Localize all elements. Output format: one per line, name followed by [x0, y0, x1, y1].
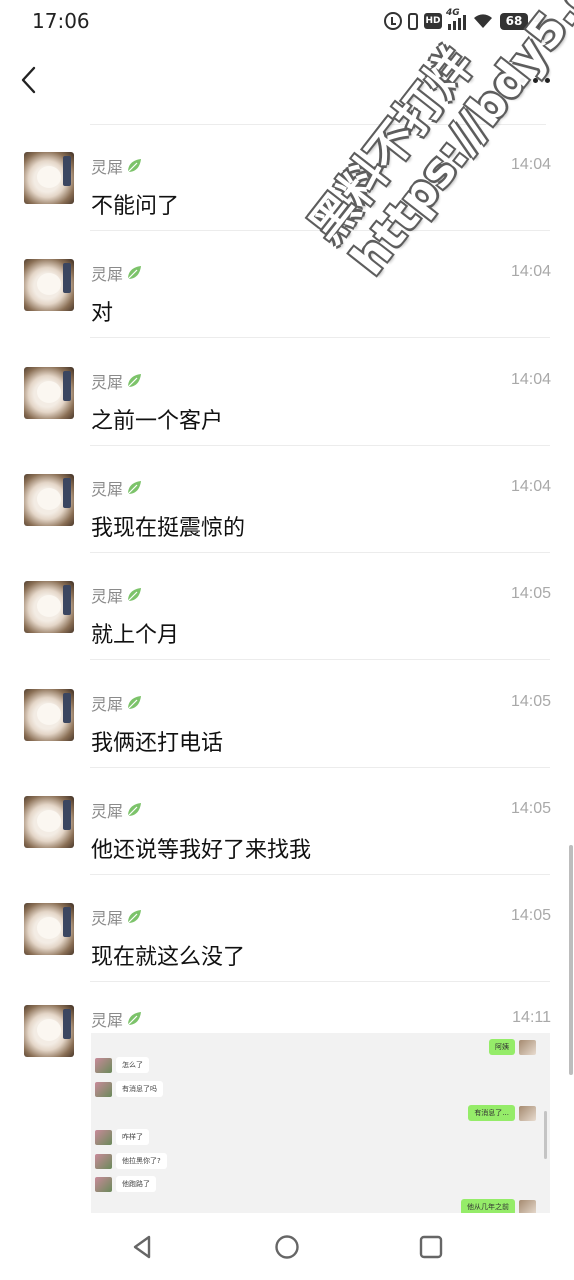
message-time: 14:04 [510, 263, 551, 281]
message-time: 14:04 [510, 477, 551, 495]
message-text[interactable]: 对 [91, 295, 113, 327]
message-item[interactable]: 灵犀 14:04 我现在挺震惊的 [0, 446, 574, 553]
back-button[interactable] [14, 62, 44, 98]
hd-icon: HD [424, 13, 442, 29]
preview-scrollbar [544, 1111, 547, 1159]
scrollbar[interactable] [569, 845, 573, 1075]
avatar[interactable] [24, 152, 74, 204]
leaf-icon [127, 266, 142, 280]
message-time: 14:04 [510, 156, 551, 173]
message-item[interactable]: 灵犀 14:05 现在就这么没了 [0, 875, 574, 983]
vibrate-icon [408, 12, 418, 30]
message-item[interactable]: 灵犀 14:05 就上个月 [0, 553, 574, 661]
message-time: 14:05 [510, 692, 551, 710]
sender-name: 灵犀 [91, 476, 143, 500]
message-time: 14:04 [510, 370, 551, 388]
message-time: 14:05 [510, 907, 551, 925]
message-text[interactable]: 就上个月 [91, 617, 179, 649]
avatar[interactable] [24, 581, 74, 634]
message-item[interactable]: 灵犀 14:05 他还说等我好了来找我 [0, 768, 574, 875]
navigation-bar [0, 1214, 574, 1280]
leaf-icon [127, 480, 142, 495]
chat-screenshot-image[interactable]: 阿姨 怎么了 有消息了吗 有消息了... 咋样了 他拉黑你了? 他跑路了 他从几… [91, 1033, 550, 1213]
preview-row: 怎么了 [95, 1057, 153, 1073]
message-text[interactable]: 现在就这么没了 [91, 939, 245, 971]
status-time: 17:06 [32, 9, 90, 33]
message-text[interactable]: 之前一个客户 [91, 403, 223, 435]
avatar[interactable] [24, 903, 74, 956]
preview-row: 有消息了... [464, 1105, 536, 1121]
sender-name: 灵犀 [91, 905, 143, 929]
sender-name: 灵犀 [91, 154, 143, 178]
message-text[interactable]: 他还说等我好了来找我 [91, 832, 311, 864]
sender-name: 灵犀 [91, 261, 143, 285]
leaf-icon [127, 802, 142, 817]
avatar[interactable] [24, 473, 74, 526]
home-circle-icon [275, 1235, 299, 1259]
sender-name: 灵犀 [91, 1007, 143, 1031]
avatar[interactable] [24, 366, 74, 419]
chevron-left-icon [21, 66, 36, 94]
sender-name: 灵犀 [91, 798, 143, 822]
leaf-icon [127, 910, 142, 924]
leaf-icon [127, 695, 142, 709]
sender-name: 灵犀 [91, 583, 143, 607]
leaf-icon [127, 373, 142, 388]
preview-row: 他从几年之前 [457, 1199, 536, 1213]
preview-row: 有消息了吗 [95, 1081, 167, 1097]
avatar[interactable] [24, 795, 74, 848]
sender-name: 灵犀 [91, 691, 143, 715]
sender-name: 灵犀 [91, 369, 143, 393]
alarm-icon [384, 12, 402, 30]
avatar[interactable] [24, 259, 74, 312]
avatar[interactable] [24, 1005, 74, 1057]
message-item[interactable]: 灵犀 14:04 之前一个客户 [0, 339, 574, 446]
preview-row: 阿姨 [485, 1039, 536, 1055]
avatar[interactable] [24, 688, 74, 741]
leaf-icon [127, 1012, 142, 1026]
message-text[interactable]: 不能问了 [91, 188, 179, 220]
message-item[interactable]: 灵犀 14:04 对 [0, 231, 574, 339]
message-item[interactable]: 灵犀 14:05 我俩还打电话 [0, 661, 574, 768]
nav-home-button[interactable] [274, 1234, 300, 1260]
back-triangle-icon [133, 1235, 151, 1259]
message-text[interactable]: 我现在挺震惊的 [91, 510, 245, 542]
message-time: 14:11 [512, 1009, 551, 1026]
preview-row: 咋样了 [95, 1129, 153, 1145]
preview-row: 他拉黑你了? [95, 1153, 171, 1169]
leaf-icon [127, 588, 142, 602]
message-time: 14:05 [510, 585, 551, 603]
nav-back-button[interactable] [130, 1234, 156, 1260]
leaf-icon [127, 159, 142, 173]
preview-row: 他跑路了 [95, 1176, 160, 1192]
message-time: 14:05 [510, 799, 551, 817]
recents-square-icon [419, 1235, 443, 1259]
message-text[interactable]: 我俩还打电话 [91, 725, 223, 757]
nav-recents-button[interactable] [418, 1234, 444, 1260]
